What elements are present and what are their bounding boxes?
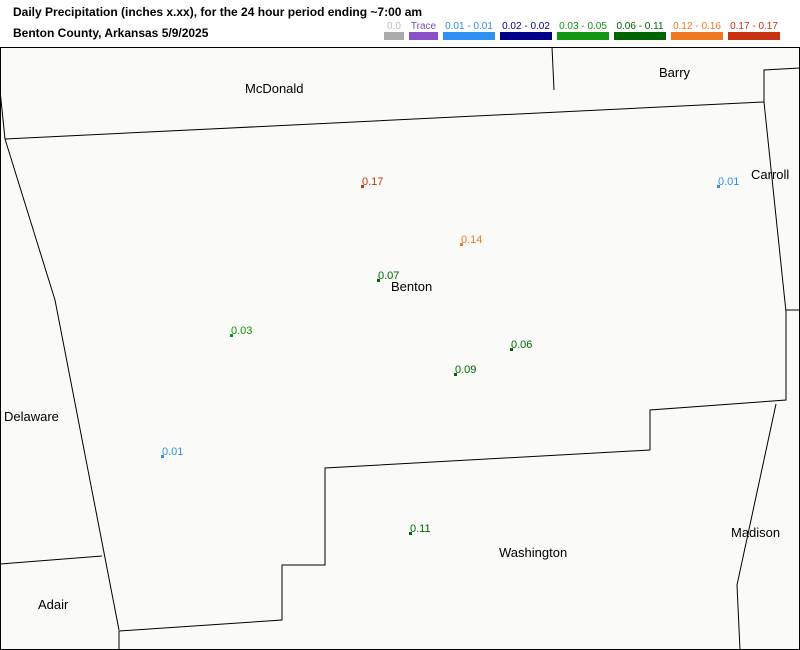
county-label: Madison bbox=[731, 525, 780, 540]
county-label: McDonald bbox=[245, 81, 304, 96]
observation-value: 0.11 bbox=[410, 523, 431, 535]
observation-value: 0.14 bbox=[461, 234, 482, 246]
observation-point: 0.11 bbox=[409, 523, 431, 535]
observation-point: 0.17 bbox=[361, 176, 383, 188]
county-label: Barry bbox=[659, 65, 691, 80]
observation-value: 0.09 bbox=[455, 364, 476, 376]
legend-label: 0.02 - 0.02 bbox=[502, 21, 550, 32]
legend-swatch bbox=[557, 32, 609, 40]
legend-label: 0.01 - 0.01 bbox=[445, 21, 493, 32]
observation-value: 0.01 bbox=[718, 176, 739, 188]
map-header: Daily Precipitation (inches x.xx), for t… bbox=[0, 0, 800, 47]
observation-point: 0.06 bbox=[510, 339, 532, 351]
county-label: Carroll bbox=[751, 167, 789, 182]
county-label: Washington bbox=[499, 545, 567, 560]
map-background bbox=[0, 47, 800, 650]
observation-point: 0.09 bbox=[454, 364, 476, 376]
observation-point: 0.03 bbox=[230, 325, 252, 337]
county-map: McDonald Barry Carroll Benton Delaware M… bbox=[0, 47, 800, 650]
observation-point: 0.14 bbox=[460, 234, 482, 246]
legend-label: 0.03 - 0.05 bbox=[559, 21, 607, 32]
observation-point: 0.07 bbox=[377, 270, 399, 282]
observation-value: 0.07 bbox=[378, 270, 399, 282]
legend-swatch bbox=[614, 32, 666, 40]
legend-label: Trace bbox=[410, 21, 437, 32]
county-label: Adair bbox=[38, 597, 69, 612]
legend-swatch bbox=[409, 32, 438, 40]
observation-point: 0.01 bbox=[717, 176, 739, 188]
observation-value: 0.06 bbox=[511, 339, 532, 351]
county-label: Delaware bbox=[4, 409, 59, 424]
legend-swatch bbox=[671, 32, 723, 40]
legend-swatch bbox=[384, 32, 404, 40]
observation-value: 0.17 bbox=[362, 176, 383, 188]
legend-swatch bbox=[500, 32, 552, 40]
legend-label: 0.17 - 0.17 bbox=[730, 21, 778, 32]
precipitation-legend: 0.0 Trace 0.01 - 0.01 0.02 - 0.02 0.03 -… bbox=[0, 21, 800, 43]
legend-label: 0.12 - 0.16 bbox=[673, 21, 721, 32]
map-frame: Daily Precipitation (inches x.xx), for t… bbox=[0, 0, 800, 650]
observation-value: 0.01 bbox=[162, 446, 183, 458]
legend-label: 0.0 bbox=[387, 21, 401, 32]
legend-swatch bbox=[728, 32, 780, 40]
observation-point: 0.01 bbox=[161, 446, 183, 458]
legend-swatch bbox=[443, 32, 495, 40]
map-title: Daily Precipitation (inches x.xx), for t… bbox=[13, 5, 423, 19]
observation-value: 0.03 bbox=[231, 325, 252, 337]
legend-label: 0.06 - 0.11 bbox=[616, 21, 664, 32]
